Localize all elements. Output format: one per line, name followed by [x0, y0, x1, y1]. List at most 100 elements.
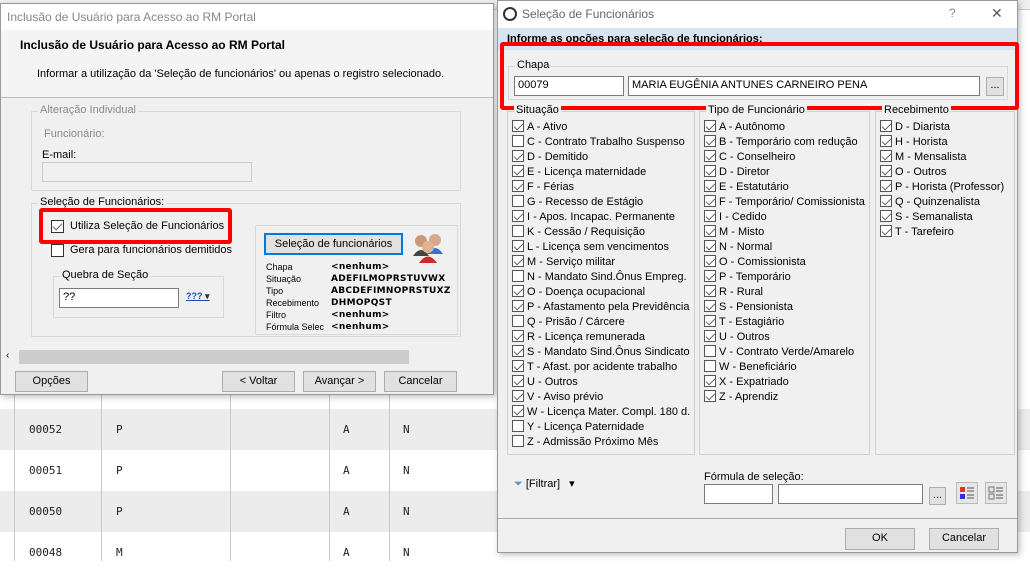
- checkbox-item[interactable]: S - Mandato Sind.Ônus Sindicato: [512, 345, 690, 358]
- checkbox[interactable]: [512, 210, 524, 223]
- checkbox-item[interactable]: U - Outros: [512, 375, 578, 388]
- checkbox[interactable]: [512, 135, 524, 148]
- checkbox-item[interactable]: E - Estatutário: [704, 180, 789, 193]
- checkbox[interactable]: [704, 135, 716, 148]
- help-icon[interactable]: ?: [949, 6, 956, 20]
- checkbox[interactable]: [512, 420, 524, 433]
- section-break-picker[interactable]: ??? ▾: [186, 291, 210, 302]
- checkbox-item[interactable]: C - Contrato Trabalho Suspenso: [512, 135, 685, 148]
- checkbox[interactable]: [704, 345, 716, 358]
- ok-button[interactable]: OK: [845, 528, 915, 550]
- back-button[interactable]: < Voltar: [222, 371, 295, 392]
- checkbox-item[interactable]: F - Temporário/ Comissionista: [704, 195, 865, 208]
- chevron-down-icon[interactable]: ▾: [569, 478, 575, 490]
- checkbox-item[interactable]: D - Demitido: [512, 150, 588, 163]
- checkbox[interactable]: [704, 315, 716, 328]
- checkbox-item[interactable]: A - Autônomo: [704, 120, 785, 133]
- checkbox[interactable]: [512, 180, 524, 193]
- checkbox-item[interactable]: Q - Quinzenalista: [880, 195, 980, 208]
- checkbox-item[interactable]: Z - Aprendiz: [704, 390, 778, 403]
- options-button[interactable]: Opções: [15, 371, 88, 392]
- checkbox-item[interactable]: U - Outros: [704, 330, 770, 343]
- checkbox-item[interactable]: C - Conselheiro: [704, 150, 795, 163]
- section-break-input[interactable]: ??: [59, 288, 179, 308]
- checkbox-item[interactable]: H - Horista: [880, 135, 948, 148]
- checkbox[interactable]: [512, 120, 524, 133]
- checkbox-item[interactable]: M - Serviço militar: [512, 255, 615, 268]
- checkbox[interactable]: [704, 225, 716, 238]
- checkbox-item[interactable]: B - Temporário com redução: [704, 135, 858, 148]
- checkbox-item[interactable]: N - Mandato Sind.Ônus Empreg.: [512, 270, 687, 283]
- checkbox-item[interactable]: O - Doença ocupacional: [512, 285, 645, 298]
- checkbox-item[interactable]: M - Mensalista: [880, 150, 967, 163]
- checkbox[interactable]: [880, 195, 892, 208]
- checkbox[interactable]: [704, 285, 716, 298]
- checkbox-item[interactable]: E - Licença maternidade: [512, 165, 646, 178]
- checkbox[interactable]: [512, 360, 524, 373]
- checkbox-item[interactable]: V - Contrato Verde/Amarelo: [704, 345, 854, 358]
- checkbox[interactable]: [704, 375, 716, 388]
- horizontal-scrollbar[interactable]: ‹: [3, 350, 493, 364]
- checkbox[interactable]: [512, 285, 524, 298]
- checkbox-item[interactable]: T - Afast. por acidente trabalho: [512, 360, 677, 373]
- checkbox[interactable]: [704, 180, 716, 193]
- uncheck-all-icon[interactable]: [985, 482, 1007, 504]
- checkbox[interactable]: [704, 150, 716, 163]
- checkbox-item[interactable]: D - Diarista: [880, 120, 950, 133]
- checkbox[interactable]: [880, 180, 892, 193]
- cancel-button[interactable]: Cancelar: [929, 528, 999, 550]
- cancel-button[interactable]: Cancelar: [384, 371, 457, 392]
- checkbox[interactable]: [512, 270, 524, 283]
- checkbox[interactable]: [880, 135, 892, 148]
- checkbox[interactable]: [512, 405, 524, 418]
- checkbox[interactable]: [704, 300, 716, 313]
- scrollbar-thumb[interactable]: [19, 350, 409, 364]
- checkbox-item[interactable]: P - Horista (Professor): [880, 180, 1004, 193]
- checkbox[interactable]: [512, 375, 524, 388]
- checkbox-item[interactable]: D - Diretor: [704, 165, 770, 178]
- checkbox-item[interactable]: I - Apos. Incapac. Permanente: [512, 210, 675, 223]
- checkbox-item[interactable]: T - Tarefeiro: [880, 225, 954, 238]
- checkbox[interactable]: [880, 150, 892, 163]
- checkbox[interactable]: [512, 435, 524, 448]
- checkbox-item[interactable]: Z - Admissão Próximo Mês: [512, 435, 658, 448]
- checkbox-item[interactable]: T - Estagiário: [704, 315, 784, 328]
- checkbox-item[interactable]: P - Temporário: [704, 270, 791, 283]
- checkbox[interactable]: [704, 330, 716, 343]
- checkbox[interactable]: [512, 390, 524, 403]
- checkbox[interactable]: [880, 165, 892, 178]
- checkbox-item[interactable]: W - Licença Mater. Compl. 180 d.: [512, 405, 690, 418]
- checkbox-item[interactable]: R - Rural: [704, 285, 763, 298]
- checkbox[interactable]: [512, 330, 524, 343]
- checkbox[interactable]: [512, 165, 524, 178]
- checkbox-item[interactable]: I - Cedido: [704, 210, 767, 223]
- checkbox[interactable]: [704, 240, 716, 253]
- checkbox-item[interactable]: Q - Prisão / Cárcere: [512, 315, 625, 328]
- checkbox-item[interactable]: K - Cessão / Requisição: [512, 225, 645, 238]
- formula-code-input[interactable]: [704, 484, 773, 504]
- checkbox-item[interactable]: O - Comissionista: [704, 255, 806, 268]
- checkbox[interactable]: [512, 240, 524, 253]
- checkbox[interactable]: [512, 225, 524, 238]
- checkbox[interactable]: [512, 315, 524, 328]
- checkbox[interactable]: [704, 390, 716, 403]
- checkbox[interactable]: [880, 210, 892, 223]
- checkbox[interactable]: [704, 120, 716, 133]
- checkbox[interactable]: [880, 120, 892, 133]
- email-field[interactable]: [42, 162, 252, 182]
- checkbox[interactable]: [512, 300, 524, 313]
- scroll-left-icon[interactable]: ‹: [6, 350, 9, 361]
- checkbox[interactable]: [704, 360, 716, 373]
- checkbox-item[interactable]: V - Aviso prévio: [512, 390, 603, 403]
- formula-lookup-button[interactable]: ...: [929, 487, 946, 505]
- formula-desc-input[interactable]: [778, 484, 923, 504]
- checkbox[interactable]: [512, 345, 524, 358]
- checkbox[interactable]: [512, 195, 524, 208]
- check-all-icon[interactable]: [956, 482, 978, 504]
- checkbox-item[interactable]: F - Férias: [512, 180, 574, 193]
- checkbox-item[interactable]: A - Ativo: [512, 120, 567, 133]
- close-icon[interactable]: ✕: [991, 5, 1003, 22]
- checkbox-item[interactable]: Y - Licença Paternidade: [512, 420, 644, 433]
- checkbox-item[interactable]: L - Licença sem vencimentos: [512, 240, 669, 253]
- filter-button[interactable]: ⏷ [Filtrar] ▾: [514, 477, 575, 491]
